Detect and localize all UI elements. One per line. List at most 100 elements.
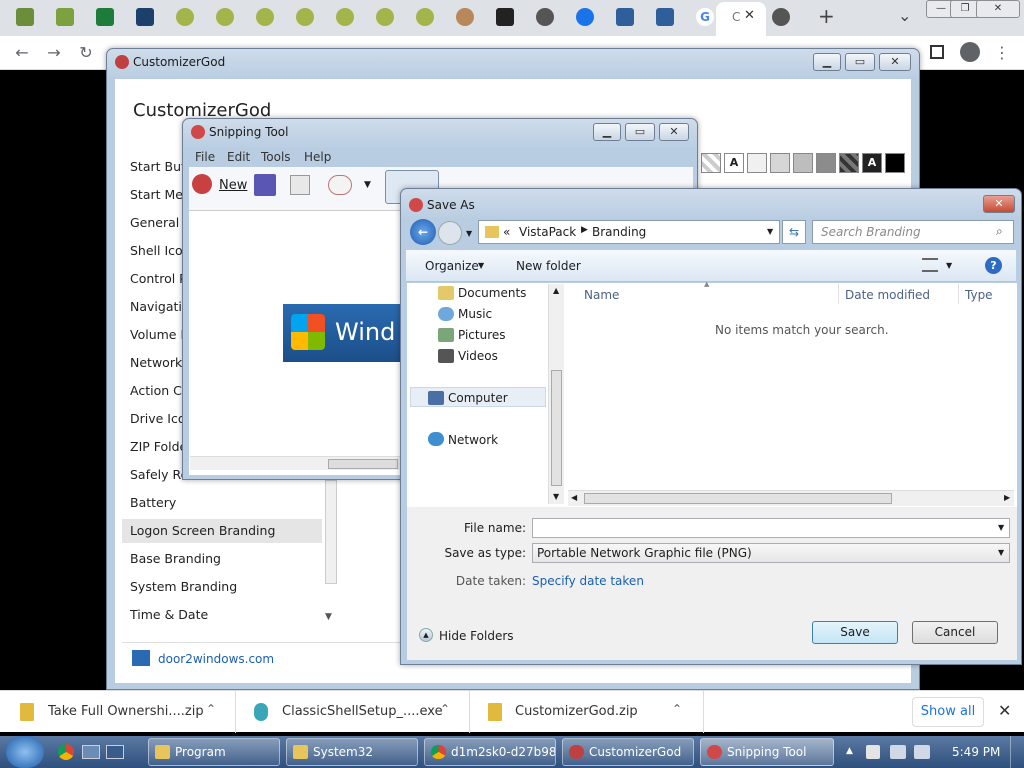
download-name[interactable]: Take Full Ownershi....zip (48, 704, 204, 719)
hide-folders-button[interactable]: Hide Folders (439, 629, 514, 643)
tab-favicon-13[interactable] (496, 8, 514, 26)
swatch-black[interactable] (885, 153, 905, 173)
cg-close-button[interactable]: ✕ (879, 53, 911, 71)
tab-search-button[interactable]: ⌄ (898, 6, 911, 25)
save-button[interactable]: Save (812, 621, 898, 644)
nav-scroll-up-icon[interactable]: ▲ (553, 286, 559, 295)
download-item-1[interactable]: Take Full Ownershi....zip ⌃ (0, 691, 236, 733)
google-icon[interactable]: G (696, 8, 714, 26)
file-name-dropdown-icon[interactable]: ▼ (998, 523, 1004, 532)
cg-list-item[interactable]: Base Branding (122, 547, 322, 571)
download-item-2[interactable]: ClassicShellSetup_....exe ⌃ (236, 691, 470, 733)
breadcrumb-vistapack[interactable]: VistaPack (519, 225, 576, 239)
snip-menu-tools[interactable]: Tools (261, 150, 291, 164)
nav-music[interactable]: Music (458, 307, 492, 321)
tab-favicon-7[interactable] (256, 8, 274, 26)
save-as-type-select[interactable]: Portable Network Graphic file (PNG) (532, 543, 1010, 563)
breadcrumb-branding[interactable]: Branding (592, 225, 646, 239)
view-options-icon[interactable] (922, 258, 938, 272)
snip-close-button[interactable]: ✕ (659, 123, 689, 141)
nav-scroll-thumb[interactable] (551, 370, 562, 486)
tab-favicon-4[interactable] (136, 8, 154, 26)
file-list-scroll-right-icon[interactable]: ▶ (1004, 493, 1010, 502)
tab-favicon-8[interactable] (296, 8, 314, 26)
column-type[interactable]: Type (965, 288, 993, 302)
tab-favicon-15[interactable] (576, 8, 594, 26)
forward-arrow-icon[interactable] (438, 221, 462, 245)
back-arrow-icon[interactable]: ← (410, 219, 436, 245)
file-name-input[interactable] (532, 518, 1010, 538)
tray-overflow-icon[interactable]: ▲ (846, 746, 853, 756)
download-options-icon[interactable]: ⌃ (206, 702, 216, 716)
column-name[interactable]: Name (584, 288, 619, 302)
view-dropdown-icon[interactable]: ▼ (946, 261, 952, 270)
snip-menu-help[interactable]: Help (304, 150, 331, 164)
swatch-dark-checker[interactable] (839, 153, 859, 173)
download-options-icon[interactable]: ⌃ (672, 702, 682, 716)
swatch-grey-1[interactable] (770, 153, 790, 173)
tab-favicon-16[interactable] (616, 8, 634, 26)
nav-pane-scrollbar[interactable]: ▲ ▼ (548, 284, 564, 504)
copy-icon[interactable] (290, 175, 310, 195)
snip-hscroll-thumb[interactable] (328, 459, 398, 469)
tab-favicon-17[interactable] (656, 8, 674, 26)
nav-network[interactable]: Network (448, 433, 498, 447)
network-tray-icon[interactable] (890, 745, 906, 759)
tab-close-icon[interactable]: ✕ (744, 8, 755, 23)
back-button[interactable]: ← (10, 42, 34, 64)
snip-maximize-button[interactable]: ▭ (625, 123, 655, 141)
globe-icon[interactable] (536, 8, 554, 26)
action-center-icon[interactable] (866, 745, 880, 759)
swatch-letter-black[interactable]: A (862, 153, 882, 173)
nav-pictures[interactable]: Pictures (458, 328, 506, 342)
nav-videos[interactable]: Videos (458, 349, 498, 363)
organize-dropdown-icon[interactable]: ▼ (478, 261, 484, 270)
taskbar-clock[interactable]: 5:49 PM (952, 745, 1000, 759)
door2windows-link[interactable]: door2windows.com (158, 652, 274, 666)
forward-button[interactable]: → (42, 42, 66, 64)
download-options-icon[interactable]: ⌃ (440, 702, 450, 716)
save-icon[interactable] (254, 174, 276, 196)
task-snipping-tool[interactable]: Snipping Tool (700, 738, 834, 766)
browser-menu-button[interactable]: ⋮ (990, 42, 1014, 64)
swatch-checker[interactable] (701, 153, 721, 173)
swatch-grey-2[interactable] (793, 153, 813, 173)
globe-icon-2[interactable] (772, 8, 790, 26)
active-tab[interactable]: C ✕ (716, 2, 766, 36)
tab-favicon-9[interactable] (336, 8, 354, 26)
start-orb-icon[interactable] (6, 736, 44, 768)
download-item-3[interactable]: CustomizerGod.zip ⌃ (470, 691, 704, 733)
refresh-icon[interactable]: ⇆ (782, 220, 806, 244)
cg-list-item[interactable]: System Branding (122, 575, 322, 599)
save-as-type-dropdown-icon[interactable]: ▼ (998, 548, 1004, 557)
tab-favicon-6[interactable] (216, 8, 234, 26)
snip-minimize-button[interactable]: ▁ (593, 123, 621, 141)
cancel-button[interactable]: Cancel (912, 621, 998, 644)
tab-favicon-5[interactable] (176, 8, 194, 26)
search-input[interactable]: Search Branding (812, 220, 1014, 244)
column-date-modified[interactable]: Date modified (845, 288, 930, 302)
download-name[interactable]: CustomizerGod.zip (515, 704, 638, 719)
column-divider[interactable] (838, 284, 839, 304)
cg-list-item[interactable]: Time & Date (122, 603, 322, 627)
new-tab-button[interactable]: + (818, 4, 835, 28)
tab-favicon-12[interactable] (456, 8, 474, 26)
cg-list-item-selected[interactable]: Logon Screen Branding (122, 519, 322, 543)
quicklaunch-icon-2[interactable] (106, 745, 124, 759)
tab-favicon-3[interactable] (96, 8, 114, 26)
profile-avatar-icon[interactable] (960, 42, 980, 62)
show-all-downloads-button[interactable]: Show all (912, 697, 984, 727)
new-folder-button[interactable]: New folder (516, 259, 581, 273)
cg-minimize-button[interactable]: ▁ (813, 53, 841, 71)
specify-date-taken-link[interactable]: Specify date taken (532, 574, 644, 588)
nav-scroll-down-icon[interactable]: ▼ (553, 492, 559, 501)
recent-locations-dropdown[interactable]: ▼ (466, 229, 472, 238)
browser-close-button[interactable]: ✕ (976, 0, 1020, 18)
file-list-hscrollbar[interactable]: ◀ ▶ (568, 490, 1014, 506)
chrome-taskbar-icon[interactable] (58, 744, 74, 760)
volume-tray-icon[interactable] (914, 745, 930, 759)
search-icon[interactable]: ⌕ (996, 224, 1003, 239)
task-program[interactable]: Program (148, 738, 280, 766)
cg-list-scrollbar[interactable] (325, 480, 337, 584)
cg-list-item[interactable]: Battery (122, 491, 322, 515)
